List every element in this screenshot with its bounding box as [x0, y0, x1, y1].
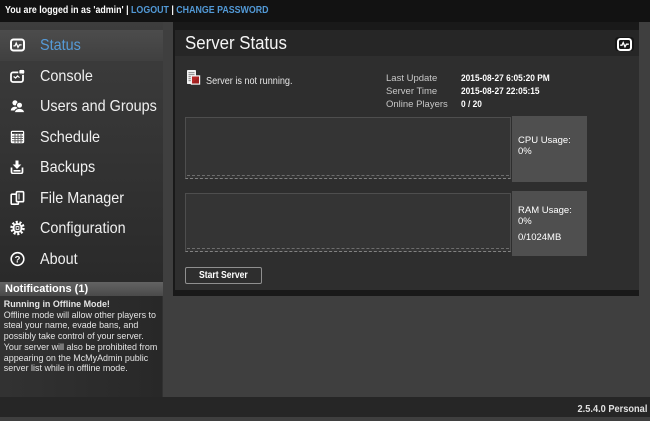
svg-text:?: ? — [15, 254, 21, 265]
